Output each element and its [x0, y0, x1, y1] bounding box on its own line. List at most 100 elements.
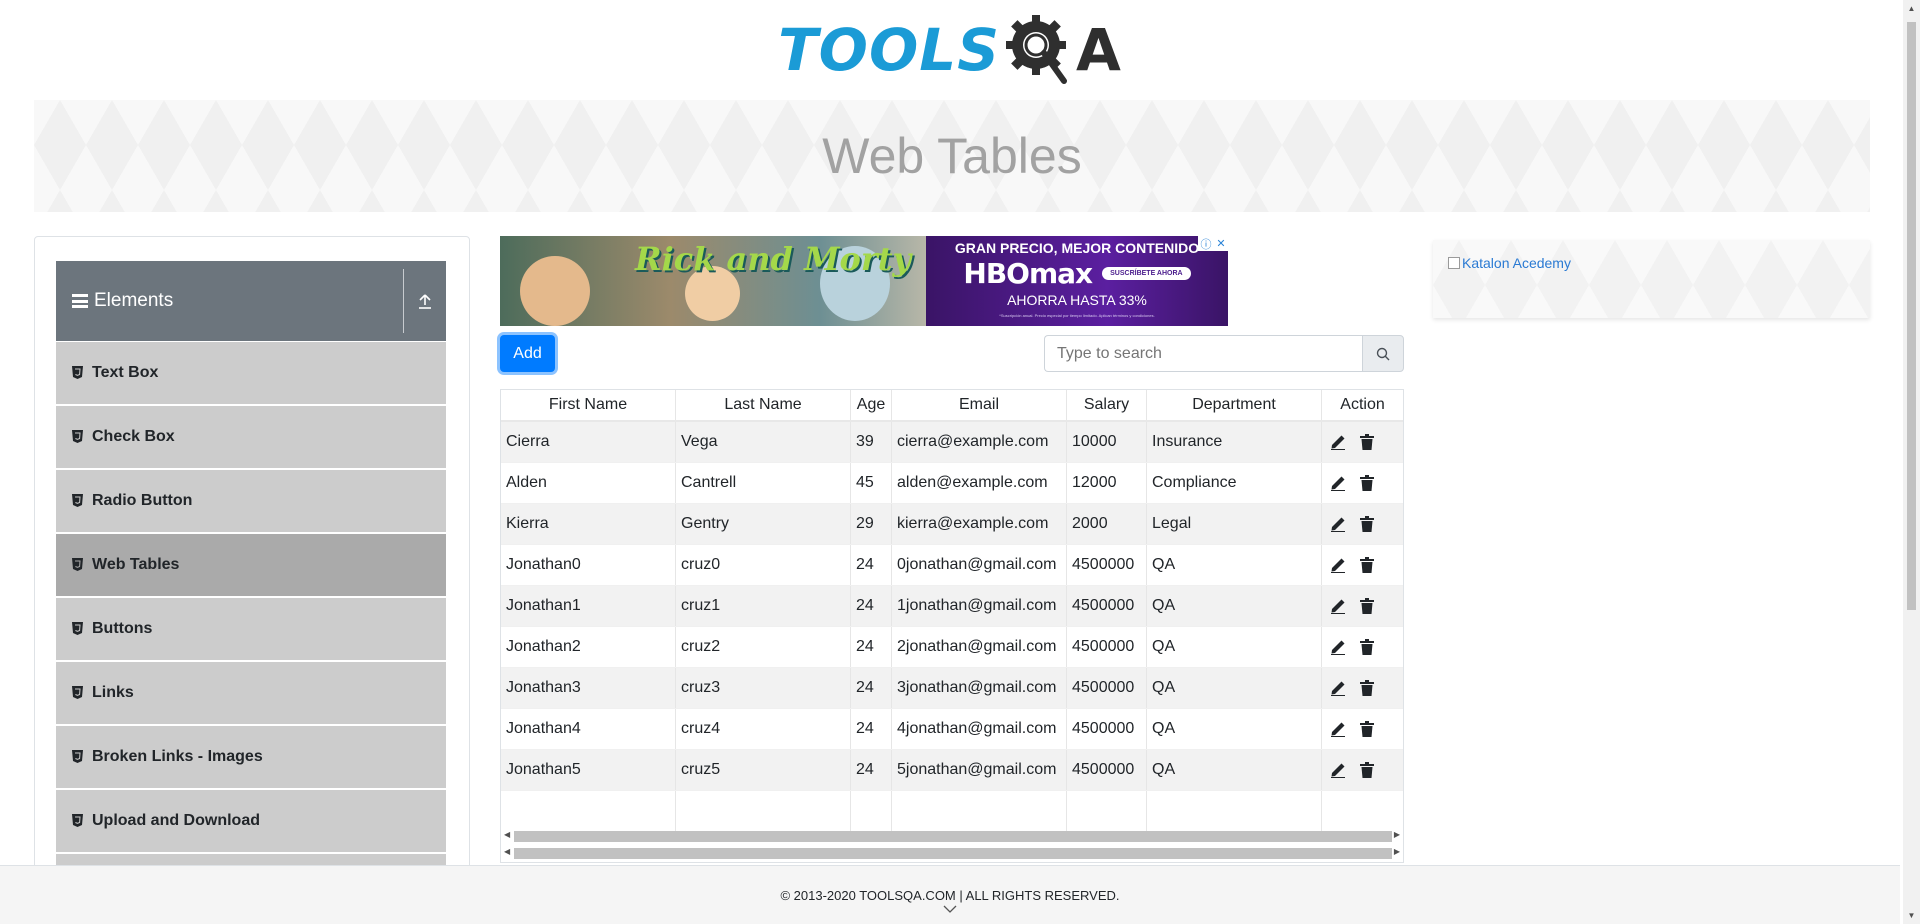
- table-cell: [851, 791, 892, 832]
- cell-action: [1322, 422, 1403, 462]
- table-horizontal-scrollbar[interactable]: ◀ ▶ ◀ ▶: [500, 828, 1404, 862]
- scroll-up-icon[interactable]: ▲: [1903, 0, 1920, 17]
- pencil-icon[interactable]: [1330, 639, 1346, 655]
- page-footer: © 2013-2020 TOOLSQA.COM | ALL RIGHTS RES…: [0, 865, 1900, 924]
- cell-age: 24: [851, 586, 892, 626]
- sidebar-item-broken-links[interactable]: Broken Links - Images: [56, 726, 446, 788]
- cell-action: [1322, 463, 1403, 503]
- table-cell: [676, 791, 851, 832]
- scroll-left-icon[interactable]: ◀: [504, 847, 510, 856]
- hamburger-icon: [72, 294, 88, 308]
- pencil-icon[interactable]: [1330, 557, 1346, 573]
- cell-action: [1322, 504, 1403, 544]
- scroll-thumb[interactable]: [1907, 22, 1916, 610]
- scroll-left-icon[interactable]: ◀: [504, 830, 510, 839]
- cell-email: 3jonathan@gmail.com: [892, 668, 1067, 708]
- cell-first-name: Jonathan4: [501, 709, 676, 749]
- search-input[interactable]: [1044, 335, 1362, 372]
- scroll-right-icon[interactable]: ▶: [1394, 847, 1400, 856]
- page-vertical-scrollbar[interactable]: ▲ ▼: [1903, 0, 1920, 924]
- trash-icon[interactable]: [1360, 598, 1374, 614]
- cell-last-name: cruz1: [676, 586, 851, 626]
- cell-first-name: Alden: [501, 463, 676, 503]
- column-header-salary[interactable]: Salary: [1067, 390, 1147, 420]
- cell-age: 24: [851, 750, 892, 790]
- cell-department: QA: [1147, 668, 1322, 708]
- toolsqa-logo[interactable]: TOOLS A: [778, 13, 1122, 87]
- column-header-first-name[interactable]: First Name: [501, 390, 676, 420]
- sidebar-item-radio-button[interactable]: Radio Button: [56, 470, 446, 532]
- cell-department: Legal: [1147, 504, 1322, 544]
- trash-icon[interactable]: [1360, 721, 1374, 737]
- cell-last-name: cruz2: [676, 627, 851, 667]
- sidebar-item-links[interactable]: Links: [56, 662, 446, 724]
- trash-icon[interactable]: [1360, 516, 1374, 532]
- ad-banner[interactable]: Rick and Morty GRAN PRECIO, MEJOR CONTEN…: [500, 236, 1228, 326]
- trash-icon[interactable]: [1360, 434, 1374, 450]
- pencil-icon[interactable]: [1330, 516, 1346, 532]
- search-button[interactable]: [1362, 335, 1404, 372]
- sidebar-item-buttons[interactable]: Buttons: [56, 598, 446, 660]
- katalon-academy-link[interactable]: Katalon Acedemy: [1448, 255, 1571, 271]
- ad-fineprint: *Suscripción anual. Precio especial por …: [999, 313, 1155, 318]
- pencil-icon[interactable]: [1330, 721, 1346, 737]
- pencil-icon[interactable]: [1330, 598, 1346, 614]
- cell-email: 4jonathan@gmail.com: [892, 709, 1067, 749]
- cell-department: QA: [1147, 627, 1322, 667]
- table-row: Jonathan0 cruz0 24 0jonathan@gmail.com 45000…: [501, 545, 1403, 586]
- sidebar-item-label: Buttons: [92, 620, 153, 637]
- ad-info-icon[interactable]: ⓘ: [1200, 236, 1211, 252]
- cell-action: [1322, 668, 1403, 708]
- right-ad-panel: Katalon Acedemy: [1433, 240, 1870, 318]
- elements-group-title[interactable]: Elements: [72, 290, 403, 312]
- ad-cta[interactable]: SUSCRÍBETE AHORA: [1102, 267, 1191, 280]
- column-header-action[interactable]: Action: [1322, 390, 1403, 420]
- chevron-down-icon[interactable]: [943, 905, 957, 913]
- gear-magnifier-icon: [1006, 15, 1067, 84]
- table-row: Jonathan3 cruz3 24 3jonathan@gmail.com 45000…: [501, 668, 1403, 709]
- copyright-text: © 2013-2020 TOOLSQA.COM | ALL RIGHTS RES…: [780, 888, 1120, 903]
- sidebar-item-web-tables[interactable]: Web Tables: [56, 534, 446, 596]
- pencil-icon[interactable]: [1330, 434, 1346, 450]
- cell-email: 1jonathan@gmail.com: [892, 586, 1067, 626]
- html5-icon: [72, 814, 84, 828]
- sidebar-item-check-box[interactable]: Check Box: [56, 406, 446, 468]
- sidebar-item-upload-download[interactable]: Upload and Download: [56, 790, 446, 852]
- add-button[interactable]: Add: [500, 335, 555, 372]
- cell-age: 24: [851, 545, 892, 585]
- cell-first-name: Cierra: [501, 422, 676, 462]
- scroll-down-icon[interactable]: ▼: [1903, 907, 1920, 924]
- trash-icon[interactable]: [1360, 557, 1374, 573]
- logo-text-tools: TOOLS: [778, 16, 1000, 84]
- cell-department: Compliance: [1147, 463, 1322, 503]
- cell-salary: 12000: [1067, 463, 1147, 503]
- column-header-last-name[interactable]: Last Name: [676, 390, 851, 420]
- table-row: Jonathan5 cruz5 24 5jonathan@gmail.com 45000…: [501, 750, 1403, 791]
- sidebar-item-text-box[interactable]: Text Box: [56, 342, 446, 404]
- ad-close-icon[interactable]: ✕: [1216, 237, 1225, 250]
- column-header-age[interactable]: Age: [851, 390, 892, 420]
- html5-icon: [72, 366, 84, 380]
- elements-group-header[interactable]: Elements: [56, 261, 446, 341]
- web-table: First Name Last Name Age Email Salary De…: [500, 389, 1404, 863]
- collapse-toggle[interactable]: [404, 261, 446, 341]
- trash-icon[interactable]: [1360, 639, 1374, 655]
- table-header: First Name Last Name Age Email Salary De…: [501, 390, 1403, 422]
- cell-action: [1322, 709, 1403, 749]
- pencil-icon[interactable]: [1330, 680, 1346, 696]
- ad-headline: GRAN PRECIO, MEJOR CONTENIDO: [954, 240, 1200, 256]
- sidebar-item-label: Text Box: [92, 364, 159, 381]
- column-header-department[interactable]: Department: [1147, 390, 1322, 420]
- pencil-icon[interactable]: [1330, 762, 1346, 778]
- elements-menu: Text Box Check Box Radio Button Web Tabl…: [56, 342, 446, 876]
- trash-icon[interactable]: [1360, 762, 1374, 778]
- elements-group-label: Elements: [94, 290, 174, 311]
- column-header-email[interactable]: Email: [892, 390, 1067, 420]
- table-cell: [1322, 791, 1403, 832]
- scroll-right-icon[interactable]: ▶: [1394, 830, 1400, 839]
- trash-icon[interactable]: [1360, 680, 1374, 696]
- trash-icon[interactable]: [1360, 475, 1374, 491]
- empty-row: [501, 791, 1403, 832]
- pencil-icon[interactable]: [1330, 475, 1346, 491]
- html5-icon: [72, 494, 84, 508]
